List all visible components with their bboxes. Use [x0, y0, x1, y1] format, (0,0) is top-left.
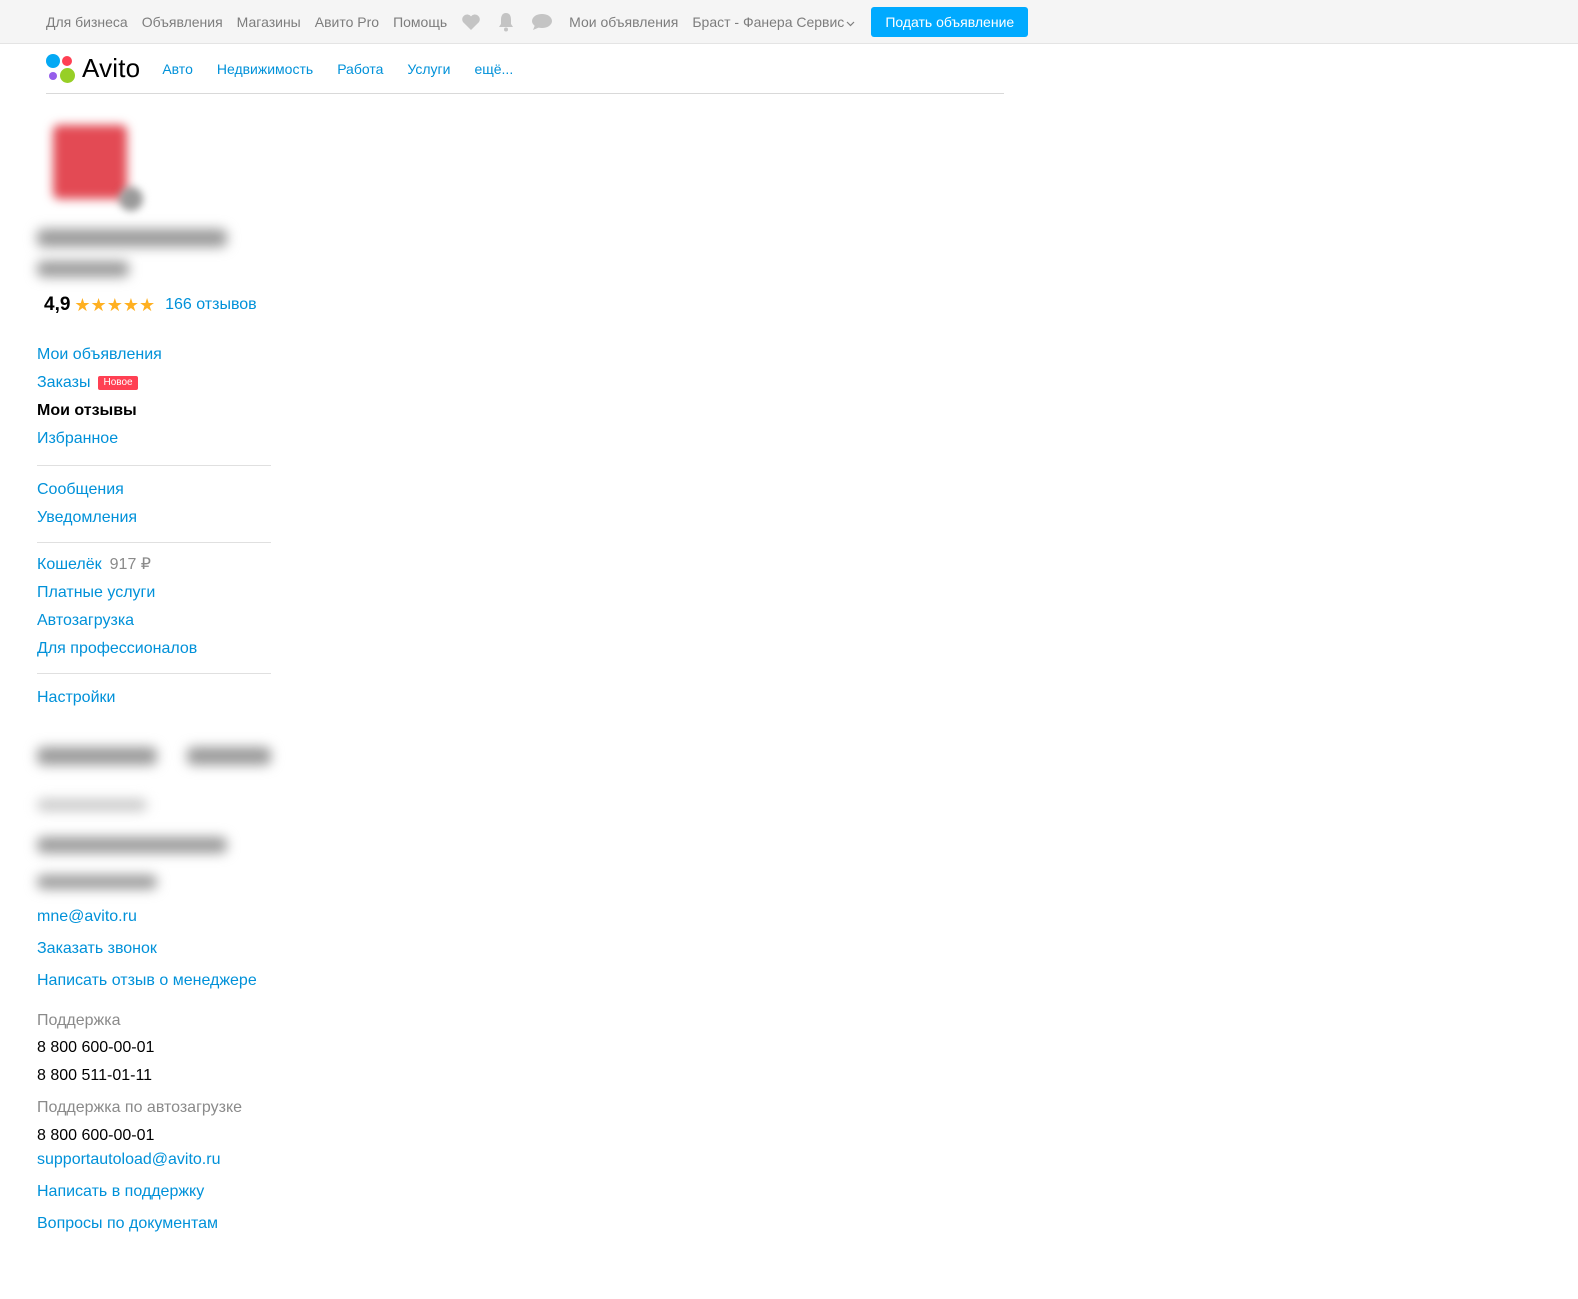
sidebar-item-label: Настройки: [37, 689, 116, 706]
manager-block-blurred: [187, 747, 271, 765]
sidebar-item-label: Платные услуги: [37, 584, 156, 601]
topbar-link-business[interactable]: Для бизнеса: [46, 14, 128, 30]
category-more[interactable]: ещё...: [474, 61, 513, 77]
divider: [37, 542, 271, 543]
manager-block-blurred: [37, 747, 157, 765]
topbar-link-shops[interactable]: Магазины: [237, 14, 301, 30]
avatar[interactable]: [53, 125, 143, 215]
topbar-my-ads[interactable]: Мои объявления: [569, 14, 678, 30]
support-phone-2: 8 800 511-01-11: [37, 1067, 153, 1084]
rating-stars-icon: ★★★★★: [74, 294, 156, 315]
new-badge: Новое: [98, 376, 138, 390]
write-support-link[interactable]: Написать в поддержку: [37, 1183, 204, 1201]
category-jobs[interactable]: Работа: [337, 61, 383, 77]
profile-name-blurred-line2: [37, 261, 129, 277]
rating: 4,9 ★★★★★ 166 отзывов: [44, 294, 257, 316]
post-ad-button[interactable]: Подать объявление: [871, 7, 1029, 37]
sidebar-item-messages[interactable]: Сообщения: [37, 476, 271, 504]
category-services[interactable]: Услуги: [407, 61, 450, 77]
divider: [37, 465, 271, 466]
support-phone-1: 8 800 600-00-01: [37, 1039, 155, 1056]
topbar-link-avito-pro[interactable]: Авито Pro: [315, 14, 379, 30]
autoload-phone: 8 800 600-00-01: [37, 1127, 155, 1144]
reviews-link[interactable]: 166 отзывов: [165, 296, 257, 314]
sidebar-item-label: Кошелёк: [37, 556, 102, 573]
sidebar-item-notifications[interactable]: Уведомления: [37, 504, 271, 532]
sidebar-item-pro[interactable]: Для профессионалов: [37, 635, 271, 663]
sidebar-item-label: Мои объявления: [37, 346, 162, 363]
sidebar-nav: Мои объявления Заказы Новое Мои отзывы Из…: [37, 341, 271, 712]
sidebar-item-label: Уведомления: [37, 509, 138, 526]
order-call-link[interactable]: Заказать звонок: [37, 940, 157, 958]
logo-dots-icon: [46, 53, 76, 84]
sidebar-item-my-reviews: Мои отзывы: [37, 397, 271, 425]
manager-block-blurred: [37, 799, 147, 811]
chat-icon[interactable]: [531, 13, 553, 31]
autoload-email-link[interactable]: supportautoload@avito.ru: [37, 1151, 220, 1169]
user-name: Браст - Фанера Сервис: [692, 14, 845, 30]
top-bar: Для бизнеса Объявления Магазины Авито Pr…: [0, 0, 1578, 44]
manager-block-blurred: [37, 837, 227, 853]
chevron-down-icon: [846, 14, 855, 30]
camera-icon[interactable]: [119, 187, 143, 211]
logo-text: Avito: [82, 53, 141, 83]
sidebar-item-autoload[interactable]: Автозагрузка: [37, 607, 271, 635]
sidebar-item-label: Сообщения: [37, 481, 124, 498]
category-realty[interactable]: Недвижимость: [217, 61, 313, 77]
user-menu[interactable]: Браст - Фанера Сервис: [692, 14, 855, 30]
manager-block-blurred: [37, 875, 157, 889]
sidebar-item-favorites[interactable]: Избранное: [37, 425, 271, 453]
avito-logo[interactable]: Avito: [46, 53, 140, 84]
sidebar-item-settings[interactable]: Настройки: [37, 684, 271, 712]
manager-review-link[interactable]: Написать отзыв о менеджере: [37, 972, 257, 990]
sidebar-item-paid-services[interactable]: Платные услуги: [37, 579, 271, 607]
sidebar-item-my-ads[interactable]: Мои объявления: [37, 341, 271, 369]
sidebar-item-wallet[interactable]: Кошелёк 917 ₽: [37, 551, 271, 579]
topbar-link-ads[interactable]: Объявления: [142, 14, 223, 30]
documents-link[interactable]: Вопросы по документам: [37, 1215, 218, 1233]
header: Avito Авто Недвижимость Работа Услуги ещ…: [46, 44, 1004, 94]
wallet-amount: 917 ₽: [109, 556, 151, 573]
profile-name-blurred: [37, 229, 227, 247]
sidebar-item-label: Мои отзывы: [37, 402, 137, 419]
divider: [37, 673, 271, 674]
manager-email-link[interactable]: mne@avito.ru: [37, 908, 137, 926]
sidebar-item-label: Заказы: [37, 374, 91, 391]
top-bar-nav: Для бизнеса Объявления Магазины Авито Pr…: [46, 0, 1029, 44]
avatar-image: [53, 125, 127, 199]
sidebar-item-orders[interactable]: Заказы Новое: [37, 369, 271, 397]
sidebar-item-label: Избранное: [37, 430, 119, 447]
sidebar-item-label: Для профессионалов: [37, 640, 198, 657]
bell-icon[interactable]: [497, 12, 515, 32]
support-label: Поддержка: [37, 1012, 121, 1029]
sidebar-item-label: Автозагрузка: [37, 612, 135, 629]
autoload-support-label: Поддержка по автозагрузке: [37, 1099, 243, 1116]
topbar-link-help[interactable]: Помощь: [393, 14, 447, 30]
rating-value: 4,9: [44, 294, 71, 315]
category-auto[interactable]: Авто: [162, 61, 193, 77]
heart-icon[interactable]: [461, 13, 481, 31]
